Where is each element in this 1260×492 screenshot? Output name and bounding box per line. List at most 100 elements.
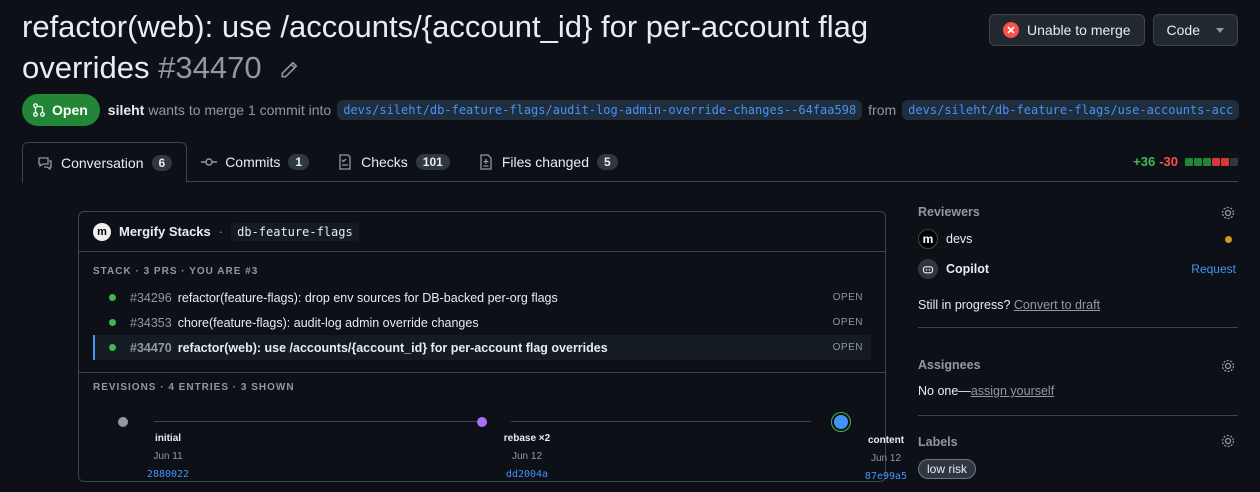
sidebar: Reviewers m devs Copilot Request Still i… — [918, 200, 1238, 486]
unable-to-merge-button[interactable]: Unable to merge — [989, 14, 1145, 46]
tab-counter: 1 — [288, 154, 310, 170]
revisions-label: REVISIONS · 4 ENTRIES · 3 SHOWN — [93, 382, 295, 393]
reviewer-row[interactable]: m devs — [918, 224, 1238, 254]
avatar: m — [918, 229, 938, 249]
diffstat: +36 -30 — [1133, 154, 1238, 169]
header-actions: Unable to merge Code — [989, 14, 1238, 46]
progress-text: Still in progress? — [918, 298, 1011, 312]
diffstat-block — [1194, 157, 1202, 166]
stack-pr-row[interactable]: #34353 chore(feature-flags): audit-log a… — [93, 310, 871, 335]
tab-label: Files changed — [501, 154, 589, 170]
reviewer-name: Copilot — [946, 262, 990, 276]
open-status-dot — [109, 344, 116, 351]
tab-counter: 101 — [415, 154, 450, 170]
reviewer-row[interactable]: Copilot Request — [918, 254, 1238, 284]
revision-dot — [118, 417, 128, 427]
reviewers-section: Reviewers m devs Copilot Request Still i… — [918, 200, 1238, 328]
tab-label: Checks — [361, 154, 408, 170]
mergify-stack-card: m Mergify Stacks · db-feature-flags STAC… — [78, 211, 907, 483]
merge-text: wants to merge 1 commit into — [148, 102, 332, 118]
labels-section: Labels low risk — [918, 416, 1238, 486]
diffstat-block — [1203, 157, 1211, 166]
file-diff-icon — [480, 154, 492, 170]
tab-commits[interactable]: Commits 1 — [187, 142, 323, 182]
code-button[interactable]: Code — [1152, 14, 1238, 46]
state-badge: Open — [22, 94, 100, 126]
commit-icon — [201, 158, 218, 166]
state-label: Open — [52, 102, 88, 118]
stack-list: #34296 refactor(feature-flags): drop env… — [79, 285, 885, 360]
separator: · — [218, 224, 224, 239]
gear-icon[interactable] — [1220, 358, 1236, 374]
stack-pr-title: refactor(feature-flags): drop env source… — [177, 290, 558, 305]
diffstat-block — [1230, 157, 1238, 166]
additions-count: +36 — [1133, 154, 1156, 169]
no-assignee-text: No one— — [918, 384, 971, 398]
stack-pr-number: #34353 — [130, 315, 172, 330]
stack-pr-row[interactable]: #34296 refactor(feature-flags): drop env… — [93, 285, 871, 310]
stack-pr-number: #34296 — [130, 290, 172, 305]
tab-checks[interactable]: Checks 101 — [323, 142, 464, 182]
tab-counter: 5 — [597, 154, 618, 170]
code-label: Code — [1166, 22, 1200, 38]
pr-number: #34470 — [158, 50, 262, 85]
copilot-icon — [918, 259, 938, 279]
card-header: m Mergify Stacks · db-feature-flags — [79, 212, 885, 252]
chevron-down-icon — [1216, 27, 1224, 33]
diffstat-blocks — [1185, 157, 1238, 166]
stack-pr-status: OPEN — [832, 317, 863, 328]
stack-pr-number: #34470 — [130, 340, 172, 355]
gear-icon[interactable] — [1220, 433, 1236, 449]
revision-dot — [834, 415, 848, 429]
revision-sha[interactable]: dd2004a — [482, 469, 572, 480]
pr-meta: Open sileht wants to merge 1 commit into… — [22, 94, 1245, 126]
pr-title: refactor(web): use /accounts/{account_id… — [22, 6, 942, 88]
mergify-name: Mergify Stacks — [119, 224, 211, 239]
stack-pr-status: OPEN — [832, 342, 863, 353]
draft-prompt: Still in progress? Convert to draft — [918, 298, 1100, 312]
stack-name: db-feature-flags — [231, 222, 359, 241]
x-circle-icon — [1003, 22, 1020, 38]
timeline-connector — [154, 421, 477, 422]
reviewer-name: devs — [946, 232, 973, 246]
request-review-link[interactable]: Request — [1191, 262, 1236, 276]
stack-pr-row-current[interactable]: #34470 refactor(web): use /accounts/{acc… — [93, 335, 871, 360]
open-status-dot — [109, 294, 116, 301]
revision-label: rebase ×2 — [503, 433, 551, 444]
tab-conversation[interactable]: Conversation 6 — [22, 142, 188, 183]
diffstat-block — [1185, 157, 1193, 166]
label-pill[interactable]: low risk — [918, 459, 977, 479]
unable-to-merge-label: Unable to merge — [1027, 22, 1131, 38]
assignees-heading: Assignees — [918, 358, 981, 372]
stack-pr-title: refactor(web): use /accounts/{account_id… — [177, 340, 608, 355]
tab-files-changed[interactable]: Files changed 5 — [464, 142, 632, 182]
deletions-count: -30 — [1159, 154, 1178, 169]
tab-label: Commits — [225, 154, 281, 170]
diffstat-block — [1221, 157, 1229, 166]
assignees-value: No one—assign yourself — [918, 384, 1054, 398]
revision-sha[interactable]: 2880022 — [123, 469, 213, 480]
convert-to-draft-link[interactable]: Convert to draft — [1014, 298, 1100, 312]
pull-request-icon — [33, 103, 45, 117]
checklist-icon — [339, 154, 351, 170]
pencil-icon[interactable] — [280, 61, 298, 79]
gear-icon[interactable] — [1220, 205, 1236, 221]
revision-label: initial — [154, 433, 182, 444]
revision-date: Jun 11 — [153, 451, 183, 462]
head-branch[interactable]: devs/sileht/db-feature-flags/use-account… — [902, 100, 1240, 120]
author-link[interactable]: sileht — [108, 102, 145, 118]
pr-title-text: refactor(web): use /accounts/{account_id… — [22, 9, 869, 85]
mergify-logo-icon: m — [93, 222, 111, 241]
pr-tabs: Conversation 6 Commits 1 Checks 101 File… — [22, 142, 1238, 183]
tab-label: Conversation — [61, 154, 144, 171]
tab-counter: 6 — [151, 154, 173, 171]
comment-icon — [38, 156, 52, 170]
revisions-timeline: initial Jun 11 2880022 rebase ×2 Jun 12 … — [79, 393, 907, 483]
diffstat-block — [1212, 157, 1220, 166]
open-status-dot — [109, 319, 116, 326]
base-branch[interactable]: devs/sileht/db-feature-flags/audit-log-a… — [337, 100, 863, 120]
pending-review-dot — [1225, 235, 1232, 243]
stack-pr-status: OPEN — [832, 292, 863, 303]
assignees-section: Assignees No one—assign yourself — [918, 328, 1238, 416]
assign-yourself-link[interactable]: assign yourself — [971, 384, 1054, 398]
